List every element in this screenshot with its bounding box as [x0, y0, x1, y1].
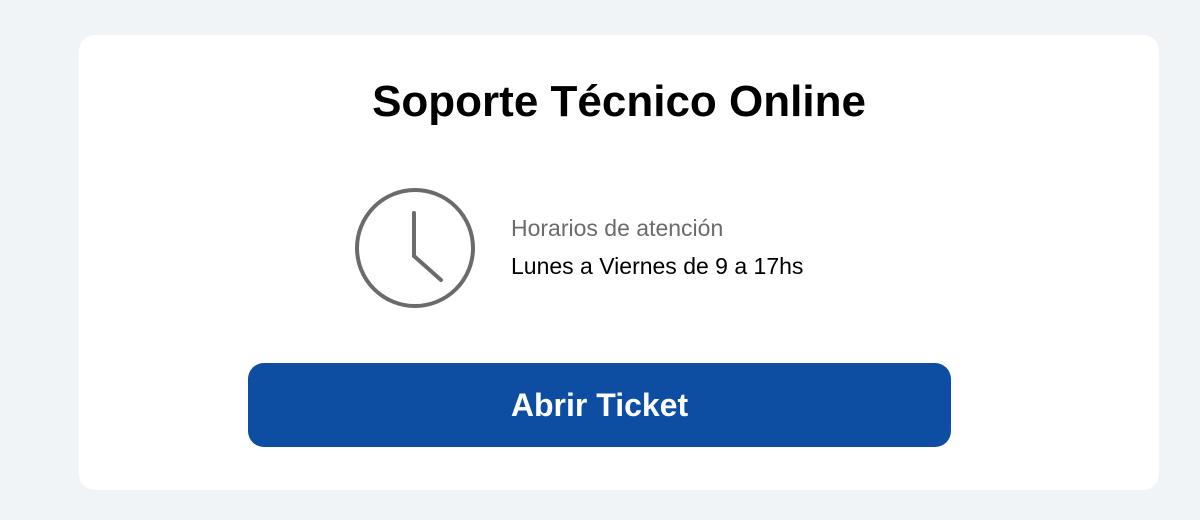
- schedule-hours: Lunes a Viernes de 9 a 17hs: [511, 252, 804, 279]
- schedule-text: Horarios de atención Lunes a Viernes de …: [511, 215, 803, 280]
- clock-icon: [355, 188, 475, 308]
- schedule-label: Horarios de atención: [511, 215, 724, 241]
- open-ticket-button[interactable]: Abrir Ticket: [248, 363, 951, 447]
- schedule-info: Horarios de atención Lunes a Viernes de …: [352, 185, 952, 311]
- card-title: Soporte Técnico Online: [372, 77, 866, 126]
- support-card: Soporte Técnico Online Horarios de atenc…: [79, 35, 1159, 490]
